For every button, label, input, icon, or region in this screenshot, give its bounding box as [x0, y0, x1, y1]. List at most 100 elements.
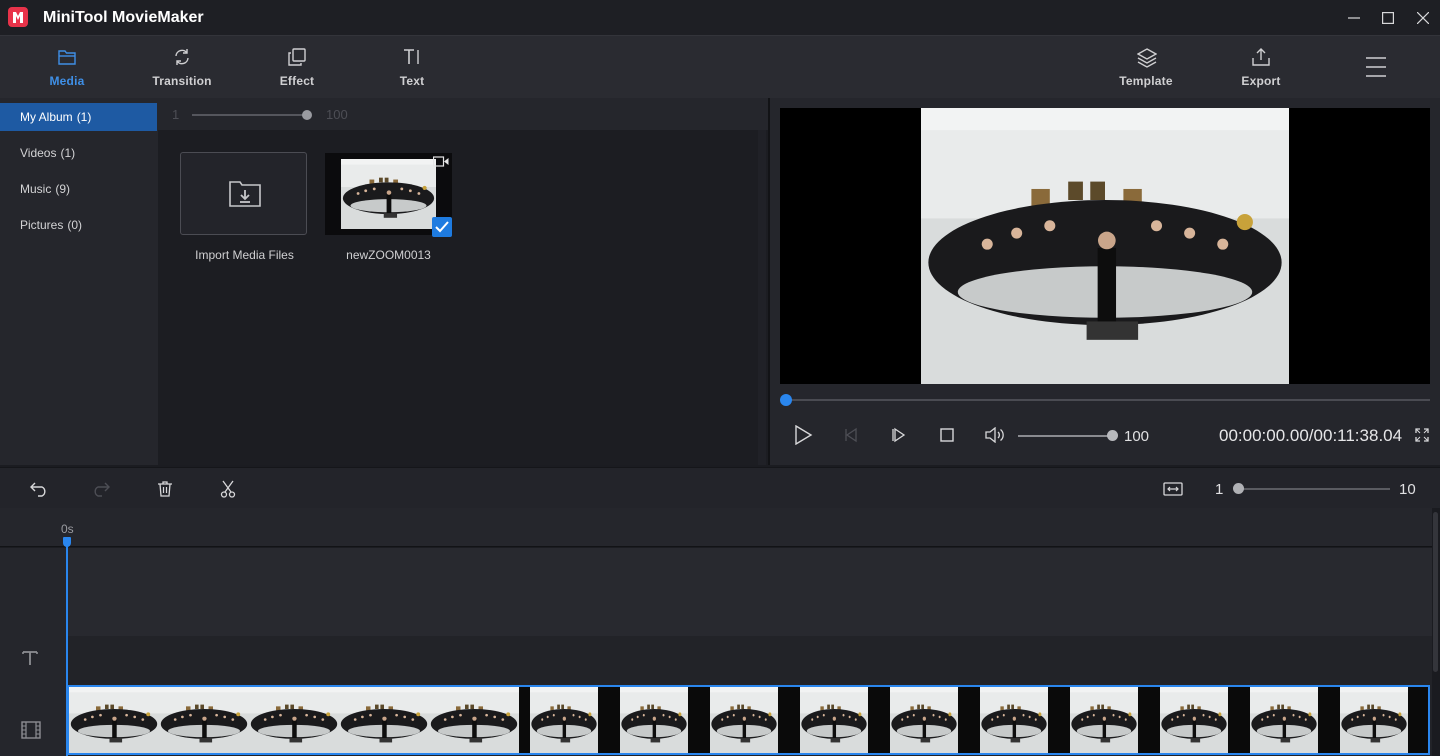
maximize-button[interactable] — [1370, 0, 1406, 35]
scissors-icon — [220, 480, 236, 498]
redo-icon — [94, 482, 110, 497]
media-sidebar: My Album (1) Videos (1) Music (9) Pictures(… — [0, 98, 158, 465]
clip-selected-checkbox[interactable] — [432, 217, 452, 237]
fit-to-screen-icon — [1163, 482, 1183, 496]
media-scrollbar[interactable] — [758, 130, 766, 465]
stop-button[interactable] — [935, 423, 959, 447]
playback-timecode: 00:00:00.00/00:11:38.04 — [1219, 426, 1403, 445]
play-icon — [795, 425, 813, 445]
split-button[interactable] — [217, 478, 239, 500]
title-bar: MiniTool MovieMaker — [0, 0, 1440, 35]
sidebar-item-videos[interactable]: Videos (1) — [0, 139, 157, 167]
effect-icon — [288, 48, 306, 66]
timeline-video-clip[interactable] — [67, 685, 1430, 755]
volume-button[interactable] — [983, 423, 1007, 447]
app-title: MiniTool MovieMaker — [43, 9, 204, 26]
export-button[interactable]: Export — [1216, 36, 1306, 99]
close-button[interactable] — [1405, 0, 1440, 35]
clip-name: newZOOM0013 — [346, 248, 431, 262]
play-button[interactable] — [791, 423, 815, 447]
close-icon — [1417, 11, 1429, 24]
export-icon — [1252, 48, 1270, 66]
sidebar-item-pictures[interactable]: Pictures (0) — [0, 211, 157, 239]
video-screen — [780, 108, 1430, 384]
thumb-size-handle[interactable] — [302, 110, 312, 120]
thumb-size-max: 100 — [326, 107, 348, 122]
thumb-size-track[interactable] — [192, 114, 307, 116]
transition-track[interactable] — [66, 548, 1432, 636]
ruler-start-label: 0s — [61, 522, 74, 536]
tab-effect-label: Effect — [279, 74, 315, 88]
clip-preview-image — [341, 159, 436, 229]
sidebar-item-count: (9) — [55, 182, 71, 196]
delete-button[interactable] — [154, 478, 176, 500]
sidebar-item-label: My Album — [20, 110, 73, 124]
volume-value: 100 — [1124, 428, 1150, 445]
tab-media-label: Media — [49, 74, 85, 88]
import-media-button[interactable] — [180, 152, 307, 235]
minimize-button[interactable] — [1336, 0, 1372, 35]
sidebar-item-count: (0) — [67, 218, 83, 232]
sidebar-item-music[interactable]: Music (9) — [0, 175, 157, 203]
import-media-label: Import Media Files — [195, 248, 294, 262]
film-track-icon — [21, 721, 41, 739]
trash-icon — [158, 481, 172, 497]
template-button[interactable]: Template — [1101, 36, 1191, 99]
fit-timeline-button[interactable] — [1162, 478, 1184, 500]
import-folder-icon — [229, 181, 261, 207]
sidebar-item-my-album[interactable]: My Album (1) — [0, 103, 157, 131]
main-toolbar: Media Transition Effect Text Template Ex… — [0, 35, 1440, 98]
timeline-toolbar: 1 10 — [0, 467, 1440, 508]
playback-progress-handle[interactable] — [780, 394, 792, 406]
zoom-slider-track[interactable] — [1238, 488, 1390, 490]
tab-transition-label: Transition — [152, 74, 212, 88]
timeline-scrollbar-thumb[interactable] — [1433, 512, 1438, 672]
video-frame — [921, 108, 1289, 384]
clip-filmstrip — [69, 687, 1428, 753]
sidebar-item-label: Music — [20, 182, 52, 196]
thumbnail-size-bar: 1 100 — [158, 98, 768, 130]
tab-text-label: Text — [399, 74, 425, 88]
filmstrip-wide-frames — [69, 687, 519, 753]
media-clip-thumbnail[interactable] — [325, 153, 452, 237]
step-back-icon — [845, 427, 857, 443]
next-frame-button[interactable] — [887, 423, 911, 447]
sidebar-item-count: (1) — [76, 110, 92, 124]
menu-button[interactable] — [1364, 56, 1388, 78]
playhead-handle[interactable] — [63, 537, 71, 547]
folder-icon — [58, 50, 76, 65]
transition-icon — [175, 49, 189, 65]
undo-icon — [30, 482, 46, 497]
volume-slider-handle[interactable] — [1107, 430, 1118, 441]
maximize-icon — [1382, 11, 1394, 24]
previous-frame-button[interactable] — [839, 423, 863, 447]
undo-button[interactable] — [28, 478, 50, 500]
tab-media[interactable]: Media — [22, 36, 112, 99]
sidebar-item-label: Videos — [20, 146, 57, 160]
layers-icon — [1137, 48, 1157, 68]
timeline-ruler[interactable]: 0s — [0, 508, 1432, 547]
tab-effect[interactable]: Effect — [252, 36, 342, 99]
text-track[interactable] — [66, 636, 1432, 684]
minimize-icon — [1348, 16, 1360, 19]
text-icon — [404, 49, 419, 64]
zoom-min-label: 1 — [1215, 481, 1224, 498]
fullscreen-icon — [1415, 428, 1429, 442]
hamburger-icon — [1366, 57, 1386, 77]
zoom-slider-handle[interactable] — [1233, 483, 1244, 494]
fullscreen-button[interactable] — [1415, 428, 1429, 447]
volume-slider-track[interactable] — [1018, 435, 1112, 437]
export-label: Export — [1241, 74, 1281, 88]
redo-button[interactable] — [90, 478, 112, 500]
playhead-line[interactable] — [66, 540, 68, 756]
sidebar-item-count: (1) — [60, 146, 76, 160]
template-label: Template — [1119, 74, 1173, 88]
playback-progress-track[interactable] — [786, 399, 1430, 401]
step-forward-icon — [892, 427, 906, 443]
zoom-max-label: 10 — [1399, 481, 1416, 498]
speaker-icon — [985, 427, 1004, 443]
media-library: 1 100 Import Media Files newZOOM0013 — [158, 98, 768, 465]
tab-text[interactable]: Text — [367, 36, 457, 99]
preview-player: 100 00:00:00.00/00:11:38.04 — [770, 98, 1440, 465]
tab-transition[interactable]: Transition — [137, 36, 227, 99]
